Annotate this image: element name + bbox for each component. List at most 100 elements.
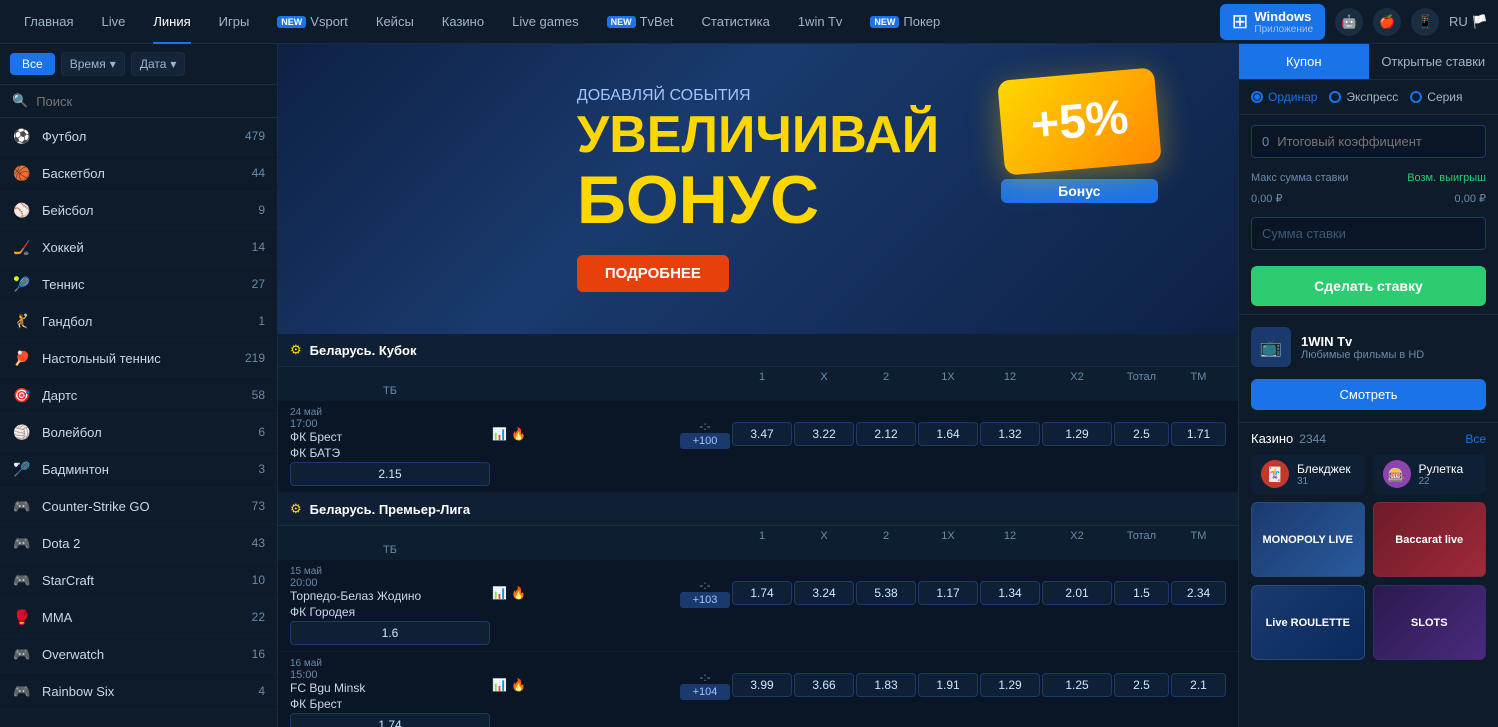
tab-open-bets[interactable]: Открытые ставки <box>1369 44 1498 79</box>
odd-total-button[interactable]: 2.5 <box>1114 422 1169 446</box>
odd-12-button[interactable]: 1.29 <box>980 673 1040 697</box>
android-button[interactable]: 🤖 <box>1335 8 1363 36</box>
nav-livegames[interactable]: Live games <box>498 0 592 44</box>
search-input[interactable] <box>36 94 265 109</box>
bet-type-seriya[interactable]: Серия <box>1410 90 1462 104</box>
casino-all-link[interactable]: Все <box>1465 432 1486 446</box>
watch-button[interactable]: Смотреть <box>1251 379 1486 410</box>
casino-game-roulette[interactable]: 🎰 Рулетка 22 <box>1373 454 1487 494</box>
casino-thumb-monopoly[interactable]: MONOPOLY LIVE <box>1251 502 1365 577</box>
odd-tm-button[interactable]: 2.34 <box>1171 581 1226 605</box>
sidebar-sport-item[interactable]: 🥊 MMA 22 <box>0 599 277 636</box>
sidebar-sport-item[interactable]: 🏸 Бадминтон 3 <box>0 451 277 488</box>
sidebar-sport-item[interactable]: ⚾ Бейсбол 9 <box>0 192 277 229</box>
nav-kazino[interactable]: Казино <box>428 0 498 44</box>
nav-tvbet[interactable]: NEWTvBet <box>593 0 688 44</box>
odd-x2-button[interactable]: 1.25 <box>1042 673 1112 697</box>
casino-thumb-slots[interactable]: SLOTS <box>1373 585 1487 660</box>
fire-icon[interactable]: 🔥 <box>511 586 526 600</box>
odd-x-button[interactable]: 3.22 <box>794 422 854 446</box>
sidebar-sport-item[interactable]: 🎯 Дартс 58 <box>0 377 277 414</box>
plus-markets-badge[interactable]: +103 <box>680 592 730 608</box>
flag-icon: 🏳️ <box>1472 14 1488 30</box>
odd-2-button[interactable]: 2.12 <box>856 422 916 446</box>
odd-x-button[interactable]: 3.24 <box>794 581 854 605</box>
fire-icon[interactable]: 🔥 <box>511 678 526 692</box>
casino-thumb-baccarat[interactable]: Baccarat live <box>1373 502 1487 577</box>
filter-time-select[interactable]: Время ▾ <box>61 52 125 76</box>
blackjack-icon: 🃏 <box>1261 460 1289 488</box>
league-section: ⚙ Беларусь. Кубок 1 X 2 1X 12 X2 Тотал Т… <box>278 334 1238 493</box>
nav-glavnaya[interactable]: Главная <box>10 0 87 44</box>
sport-name: Футбол <box>42 129 245 144</box>
coefficient-input[interactable] <box>1277 134 1475 149</box>
sidebar-sport-item[interactable]: 🎾 Теннис 27 <box>0 266 277 303</box>
odd-1-button[interactable]: 1.74 <box>732 581 792 605</box>
sidebar-sport-item[interactable]: 🎮 StarCraft 10 <box>0 562 277 599</box>
nav-igry[interactable]: Игры <box>205 0 264 44</box>
nav-statistika[interactable]: Статистика <box>688 0 784 44</box>
casino-thumb-roulette[interactable]: Live ROULETTE <box>1251 585 1365 660</box>
odd-x2-button[interactable]: 2.01 <box>1042 581 1112 605</box>
banner-cta-button[interactable]: ПОДРОБНЕЕ <box>577 255 729 292</box>
casino-game-blackjack[interactable]: 🃏 Блекджек 31 <box>1251 454 1365 494</box>
nav-1wintv[interactable]: 1win Tv <box>784 0 857 44</box>
sidebar-sport-item[interactable]: 🎮 Dota 2 43 <box>0 525 277 562</box>
odd-1x-button[interactable]: 1.91 <box>918 673 978 697</box>
odd-12-button[interactable]: 1.32 <box>980 422 1040 446</box>
mobile-button[interactable]: 📱 <box>1411 8 1439 36</box>
sport-icon: 🏒 <box>12 237 32 257</box>
sidebar-sport-item[interactable]: 🎮 Overwatch 16 <box>0 636 277 673</box>
odd-total-button[interactable]: 1.5 <box>1114 581 1169 605</box>
language-selector[interactable]: RU 🏳️ <box>1449 14 1488 30</box>
sidebar-sport-item[interactable]: 🎮 Counter-Strike GO 73 <box>0 488 277 525</box>
stats-icon[interactable]: 📊 <box>492 586 507 600</box>
odd-1x-button[interactable]: 1.64 <box>918 422 978 446</box>
odd-2-button[interactable]: 1.83 <box>856 673 916 697</box>
sidebar-sport-item[interactable]: 🏓 Настольный теннис 219 <box>0 340 277 377</box>
nav-vsport[interactable]: NEWVsport <box>263 0 362 44</box>
tab-coupon[interactable]: Купон <box>1239 44 1369 79</box>
odd-tb-button[interactable]: 2.15 <box>290 462 490 486</box>
odd-12-button[interactable]: 1.34 <box>980 581 1040 605</box>
sidebar-sport-item[interactable]: 🎮 Rainbow Six 4 <box>0 673 277 710</box>
stake-input[interactable] <box>1262 226 1475 241</box>
odd-tb-button[interactable]: 1.74 <box>290 713 490 727</box>
sidebar-sport-item[interactable]: ⚽ Футбол 479 <box>0 118 277 155</box>
odd-tm-button[interactable]: 1.71 <box>1171 422 1226 446</box>
odd-1-button[interactable]: 3.99 <box>732 673 792 697</box>
nav-liniya[interactable]: Линия <box>139 0 204 44</box>
sidebar-sport-item[interactable]: 🏒 Хоккей 14 <box>0 229 277 266</box>
promo-banner: ДОБАВЛЯЙ СОБЫТИЯ УВЕЛИЧИВАЙ БОНУС ПОДРОБ… <box>278 44 1238 334</box>
nav-keysy[interactable]: Кейсы <box>362 0 428 44</box>
odd-1-button[interactable]: 3.47 <box>732 422 792 446</box>
apple-button[interactable]: 🍎 <box>1373 8 1401 36</box>
bet-type-ordinar[interactable]: Ординар <box>1251 90 1317 104</box>
table-row: 16 май 15:00 FC Bgu Minsk ФК Брест 📊 🔥 -… <box>278 652 1238 727</box>
odd-tm-button[interactable]: 2.1 <box>1171 673 1226 697</box>
bet-type-express[interactable]: Экспресс <box>1329 90 1398 104</box>
odd-1x-button[interactable]: 1.17 <box>918 581 978 605</box>
odd-x-button[interactable]: 3.66 <box>794 673 854 697</box>
sport-count: 14 <box>252 240 265 254</box>
win-label: Возм. выигрыш <box>1407 172 1486 184</box>
odd-2-button[interactable]: 5.38 <box>856 581 916 605</box>
plus-markets-badge[interactable]: +100 <box>680 433 730 449</box>
banner-bonus-text: БОНУС <box>577 161 939 239</box>
odd-total-button[interactable]: 2.5 <box>1114 673 1169 697</box>
odd-tb-button[interactable]: 1.6 <box>290 621 490 645</box>
odd-x2-button[interactable]: 1.29 <box>1042 422 1112 446</box>
sidebar-sport-item[interactable]: 🤾 Гандбол 1 <box>0 303 277 340</box>
nav-poker[interactable]: NEWПокер <box>856 0 954 44</box>
fire-icon[interactable]: 🔥 <box>511 427 526 441</box>
sidebar-sport-item[interactable]: 🏀 Баскетбол 44 <box>0 155 277 192</box>
sidebar-sport-item[interactable]: 🏐 Волейбол 6 <box>0 414 277 451</box>
filter-all-button[interactable]: Все <box>10 53 55 75</box>
windows-app-button[interactable]: ⊞ Windows Приложение <box>1220 4 1325 40</box>
nav-live[interactable]: Live <box>87 0 139 44</box>
stats-icon[interactable]: 📊 <box>492 678 507 692</box>
stats-icon[interactable]: 📊 <box>492 427 507 441</box>
filter-date-select[interactable]: Дата ▾ <box>131 52 186 76</box>
make-bet-button[interactable]: Сделать ставку <box>1251 266 1486 306</box>
plus-markets-badge[interactable]: +104 <box>680 684 730 700</box>
